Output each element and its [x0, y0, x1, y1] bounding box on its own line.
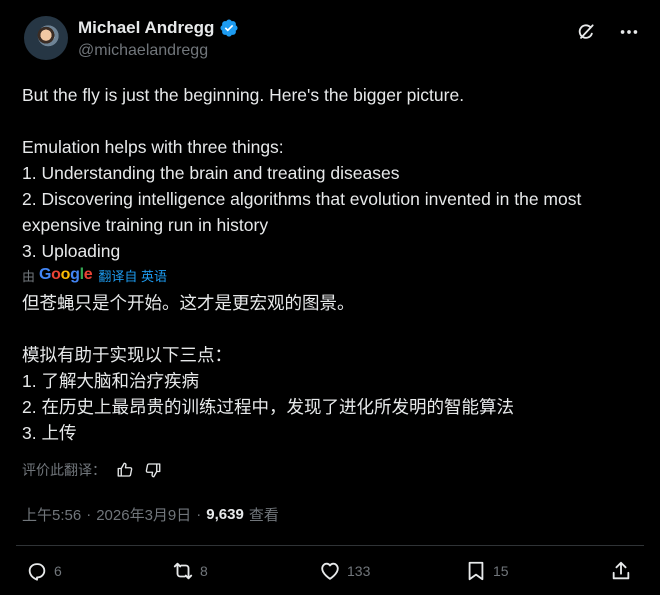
thumbs-up-icon[interactable] — [116, 461, 134, 479]
grok-icon[interactable] — [576, 22, 596, 42]
bookmark-button[interactable]: 15 — [465, 560, 509, 582]
tweet-time[interactable]: 上午5:56 — [22, 504, 81, 525]
translated-line: 模拟有助于实现以下三点： — [22, 345, 232, 365]
tweet-date[interactable]: 2026年3月9日 — [96, 504, 191, 525]
action-bar: 6 8 133 15 — [0, 560, 660, 586]
heart-icon — [321, 562, 339, 580]
views-label: 查看 — [248, 507, 279, 524]
translated-line: 1. 了解大脑和治疗疾病 — [22, 371, 199, 391]
show-original-link[interactable]: 翻译自 英语 — [98, 266, 167, 285]
retweet-icon — [173, 562, 193, 580]
like-button[interactable]: 133 — [319, 560, 370, 582]
translated-line: 2. 在历史上最昂贵的训练过程中，发现了进化所发明的智能算法 — [22, 397, 514, 417]
meta-separator: · — [86, 506, 92, 523]
tweet-text: But the fly is just the beginning. Here'… — [22, 82, 648, 264]
retweet-button[interactable]: 8 — [172, 560, 208, 582]
thumbs-down-icon[interactable] — [144, 461, 162, 479]
tweet-line: 3. Uploading — [22, 241, 121, 261]
tweet-line: 2. Discovering intelligence algorithms t… — [22, 189, 587, 235]
reply-button[interactable]: 6 — [26, 560, 62, 582]
translated-by-label: 由 — [22, 268, 36, 284]
like-count: 133 — [347, 563, 371, 579]
reply-count: 6 — [54, 563, 62, 579]
tweet-header: Michael Andregg @michaelandregg — [24, 16, 640, 64]
retweet-count: 8 — [200, 563, 208, 579]
name-row[interactable]: Michael Andregg — [78, 18, 239, 38]
divider — [16, 545, 644, 546]
view-count: 9,639 — [206, 506, 244, 523]
translated-text: 但苍蝇只是个开始。这才是更宏观的图景。 模拟有助于实现以下三点： 1. 了解大脑… — [22, 290, 648, 446]
translated-line: 但苍蝇只是个开始。这才是更宏观的图景。 — [22, 293, 355, 313]
bookmark-icon — [468, 561, 484, 581]
display-name[interactable]: Michael Andregg — [78, 18, 214, 38]
tweet-line: But the fly is just the beginning. Here'… — [22, 85, 465, 105]
rate-translation-label: 评价此翻译： — [22, 462, 106, 478]
translated-blank-line — [22, 316, 648, 342]
reply-icon — [28, 563, 46, 581]
handle[interactable]: @michaelandregg — [78, 42, 208, 60]
google-logo: Google — [39, 266, 93, 283]
tweet-meta: 上午5:56 · 2026年3月9日 · 9,639 查看 — [22, 504, 279, 525]
avatar[interactable] — [24, 16, 68, 60]
bookmark-count: 15 — [493, 563, 509, 579]
more-icon[interactable] — [618, 22, 640, 42]
share-icon — [612, 561, 630, 580]
tweet-line: Emulation helps with three things: — [22, 137, 284, 157]
meta-separator: · — [196, 506, 202, 523]
tweet-card: Michael Andregg @michaelandregg But the … — [0, 0, 660, 595]
translation-attribution: 由 Google 翻译自 英语 — [22, 264, 167, 286]
verified-badge-icon — [220, 19, 238, 37]
translated-line: 3. 上传 — [22, 423, 77, 443]
tweet-line: 1. Understanding the brain and treating … — [22, 163, 400, 183]
rate-translation: 评价此翻译： — [22, 460, 162, 480]
share-button[interactable] — [610, 560, 632, 582]
